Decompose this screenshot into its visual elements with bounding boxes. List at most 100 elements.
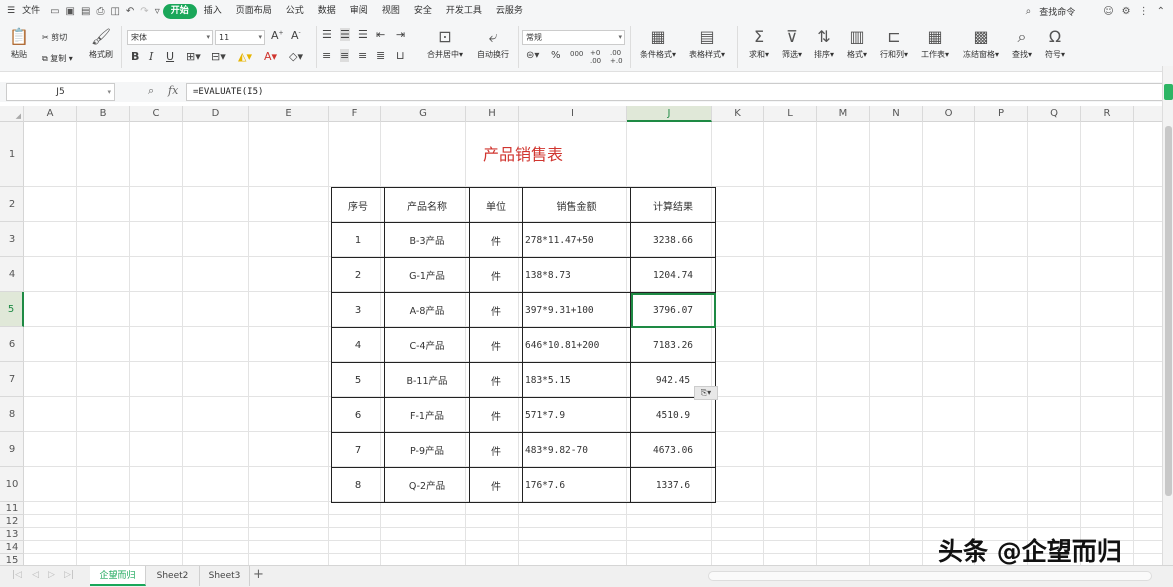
serial-cell[interactable]: 7 <box>331 432 385 468</box>
row-header-8[interactable]: 8 <box>0 397 24 432</box>
product-name-cell[interactable]: C-4产品 <box>384 327 470 363</box>
align-bottom-icon[interactable]: ☰ <box>358 28 368 41</box>
table-header-cell[interactable]: 产品名称 <box>384 187 470 223</box>
decrease-decimal-icon[interactable]: .00 +.0 <box>610 49 623 65</box>
table-header-cell[interactable]: 单位 <box>469 187 523 223</box>
result-cell[interactable]: 3238.66 <box>630 222 716 258</box>
tab-review[interactable]: 审阅 <box>343 0 375 22</box>
row-header-1[interactable]: 1 <box>0 122 24 187</box>
print-icon[interactable]: ⎙ <box>93 6 107 17</box>
column-header-c[interactable]: C <box>130 106 183 122</box>
redo-icon[interactable]: ↷ <box>137 6 151 17</box>
tab-cloud[interactable]: 云服务 <box>489 0 530 22</box>
product-name-cell[interactable]: P-9产品 <box>384 432 470 468</box>
increase-decimal-icon[interactable]: +0.00 <box>590 49 601 65</box>
cell-grid[interactable]: 产品销售表 序号 产品名称 单位 销售金额 计算结果 1 B-3产品件 278*11.47+5… <box>24 122 1162 565</box>
open-icon[interactable]: ▭ <box>47 6 62 17</box>
tab-page-layout[interactable]: 页面布局 <box>229 0 279 22</box>
column-header-q[interactable]: Q <box>1028 106 1081 122</box>
serial-cell[interactable]: 1 <box>331 222 385 258</box>
row-header-14[interactable]: 14 <box>0 541 24 554</box>
tab-home[interactable]: 开始 <box>162 3 197 19</box>
serial-cell[interactable]: 3 <box>331 292 385 328</box>
save-icon[interactable]: ▣ <box>63 6 78 17</box>
unit-cell[interactable]: 件 <box>469 292 523 328</box>
column-header-i[interactable]: I <box>519 106 627 122</box>
name-box[interactable]: J5 ▾ <box>6 83 115 101</box>
table-header-cell[interactable]: 销售金额 <box>522 187 631 223</box>
clear-icon[interactable]: ◇▾ <box>289 50 303 63</box>
column-header-n[interactable]: N <box>870 106 923 122</box>
serial-cell[interactable]: 4 <box>331 327 385 363</box>
prev-sheet-icon[interactable]: ◁ <box>32 570 39 580</box>
column-header-r[interactable]: R <box>1081 106 1134 122</box>
column-header-g[interactable]: G <box>381 106 466 122</box>
sales-amount-cell[interactable]: 278*11.47+50 <box>522 222 631 258</box>
first-sheet-icon[interactable]: |◁ <box>12 570 22 580</box>
fx-icon[interactable]: fx <box>168 84 178 97</box>
currency-icon[interactable]: ⊜▾ <box>526 50 539 61</box>
column-header-f[interactable]: F <box>329 106 381 122</box>
symbol-button[interactable]: Ω 符号▾ <box>1040 28 1070 60</box>
sheet-tab-2[interactable]: Sheet2 <box>146 566 200 586</box>
more-icon[interactable]: ⋮ <box>1139 6 1149 17</box>
zoom-icon[interactable]: ⌕ <box>148 84 154 98</box>
format-button[interactable]: ▥ 格式▾ <box>842 28 872 60</box>
product-name-cell[interactable]: Q-2产品 <box>384 467 470 503</box>
sheet-tab-1[interactable]: 企望而归 <box>90 566 146 586</box>
font-name-select[interactable]: 宋体 ▾ <box>127 30 213 45</box>
unit-cell[interactable]: 件 <box>469 257 523 293</box>
tab-developer[interactable]: 开发工具 <box>439 0 489 22</box>
search-command[interactable]: 查找命令 <box>1039 5 1075 18</box>
sales-amount-cell[interactable]: 397*9.31+100 <box>522 292 631 328</box>
indent-left-icon[interactable]: ⇤ <box>376 28 385 41</box>
formula-input[interactable]: =EVALUATE(I5) <box>186 83 1164 101</box>
tab-data[interactable]: 数据 <box>311 0 343 22</box>
row-header-5[interactable]: 5 <box>0 292 24 327</box>
row-column-button[interactable]: ⊏ 行和列▾ <box>875 28 913 60</box>
tab-view[interactable]: 视图 <box>375 0 407 22</box>
product-name-cell[interactable]: G-1产品 <box>384 257 470 293</box>
sum-button[interactable]: Σ 求和▾ <box>744 28 774 60</box>
worksheet-button[interactable]: ▦ 工作表▾ <box>916 28 954 60</box>
result-cell[interactable]: 4510.9 <box>630 397 716 433</box>
customize-icon[interactable]: ▿ <box>152 6 163 17</box>
file-menu[interactable]: 文件 <box>22 0 47 22</box>
vertical-scrollbar[interactable] <box>1162 66 1173 565</box>
column-header-m[interactable]: M <box>817 106 870 122</box>
product-name-cell[interactable]: B-3产品 <box>384 222 470 258</box>
hamburger-menu-icon[interactable]: ☰ <box>0 0 22 22</box>
sort-button[interactable]: ⇅ 排序▾ <box>809 28 839 60</box>
result-cell[interactable]: 7183.26 <box>630 327 716 363</box>
italic-icon[interactable]: I <box>149 50 153 63</box>
row-header-11[interactable]: 11 <box>0 502 24 515</box>
justify-icon[interactable]: ≣ <box>376 49 385 62</box>
settings-icon[interactable]: ⚙ <box>1122 6 1131 17</box>
column-header-h[interactable]: H <box>466 106 519 122</box>
row-header-2[interactable]: 2 <box>0 187 24 222</box>
sales-amount-cell[interactable]: 483*9.82-70 <box>522 432 631 468</box>
conditional-format-button[interactable]: ▦ 条件格式▾ <box>634 28 682 60</box>
align-middle-icon[interactable]: ☰ <box>340 28 350 41</box>
serial-cell[interactable]: 8 <box>331 467 385 503</box>
row-header-12[interactable]: 12 <box>0 515 24 528</box>
increase-font-icon[interactable]: A+ <box>271 29 284 42</box>
table-header-cell[interactable]: 计算结果 <box>630 187 716 223</box>
freeze-panes-button[interactable]: ▩ 冻结窗格▾ <box>958 28 1004 60</box>
next-sheet-icon[interactable]: ▷ <box>48 570 55 580</box>
font-color-icon[interactable]: A▾ <box>264 50 277 63</box>
row-header-3[interactable]: 3 <box>0 222 24 257</box>
merge-center-button[interactable]: ⊡ 合并居中▾ <box>422 28 468 60</box>
align-center-icon[interactable]: ≡ <box>340 49 350 62</box>
find-button[interactable]: ⌕ 查找▾ <box>1007 28 1037 60</box>
indent-right-icon[interactable]: ⇥ <box>396 28 405 41</box>
unit-cell[interactable]: 件 <box>469 222 523 258</box>
feedback-icon[interactable]: ☺ <box>1103 6 1113 17</box>
column-header-l[interactable]: L <box>764 106 817 122</box>
sales-amount-cell[interactable]: 571*7.9 <box>522 397 631 433</box>
font-size-select[interactable]: 11 ▾ <box>215 30 265 45</box>
split-handle[interactable] <box>1164 84 1173 100</box>
copy-button[interactable]: ⧉ 复制 ▾ <box>42 53 73 64</box>
border-icon[interactable]: ⊞▾ <box>186 50 201 63</box>
table-style-button[interactable]: ▤ 表格样式▾ <box>684 28 730 60</box>
